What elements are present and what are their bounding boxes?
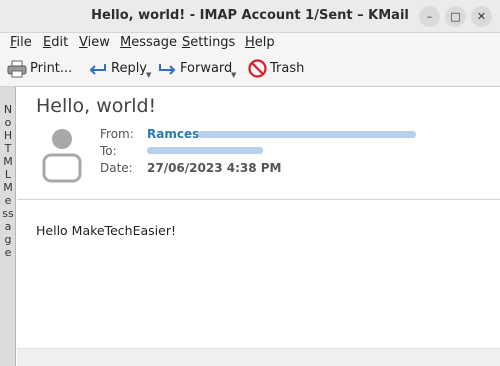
forward-arrow-icon (159, 63, 176, 75)
menu-edit[interactable]: Edit (43, 35, 68, 50)
forward-dropdown-arrow[interactable]: ▼ (231, 71, 236, 79)
reader-bottom-bar (17, 348, 500, 366)
date-label: Date: (100, 161, 133, 175)
redacted-recipient-address[interactable] (147, 147, 263, 154)
message-body: Hello MakeTechEasier! (36, 223, 176, 238)
forward-button[interactable]: Forward (157, 58, 232, 79)
minimize-button[interactable]: – (419, 6, 440, 27)
menu-view[interactable]: View (79, 35, 110, 50)
to-label: To: (100, 144, 117, 158)
forward-label: Forward (180, 61, 233, 76)
reply-button[interactable]: Reply (88, 58, 147, 79)
printer-icon (7, 60, 27, 77)
message-subject: Hello, world! (36, 95, 157, 117)
message-viewer: No HTML Message Hello, world! From: Ramc… (0, 86, 500, 366)
avatar-icon (42, 129, 82, 183)
title-bar: Hello, world! - IMAP Account 1/Sent – KM… (0, 0, 500, 33)
trash-button[interactable]: Trash (248, 58, 304, 79)
menu-help[interactable]: Help (245, 35, 275, 50)
menu-message[interactable]: Message (120, 35, 177, 50)
reply-arrow-icon (89, 63, 106, 75)
maximize-button[interactable]: □ (445, 6, 466, 27)
no-html-banner: No HTML Message (0, 87, 16, 366)
menu-settings[interactable]: Settings (182, 35, 235, 50)
from-label: From: (100, 127, 134, 141)
menu-bar: File Edit View Message Settings Help (0, 33, 500, 53)
from-sender-name[interactable]: Ramces (147, 127, 199, 141)
banner-text: No HTML Message (2, 103, 14, 259)
menu-file[interactable]: File (10, 35, 32, 50)
date-value: 27/06/2023 4:38 PM (147, 161, 282, 175)
print-label: Print... (30, 61, 73, 76)
header-separator (17, 199, 500, 200)
reply-dropdown-arrow[interactable]: ▼ (146, 71, 151, 79)
close-button[interactable]: ✕ (471, 6, 492, 27)
reply-label: Reply (111, 61, 148, 76)
redacted-sender-address (198, 131, 416, 138)
trash-label: Trash (270, 61, 305, 76)
print-button[interactable]: Print... (7, 58, 72, 79)
trash-icon (248, 59, 267, 78)
toolbar: Print... Reply Forward Trash (0, 53, 500, 84)
